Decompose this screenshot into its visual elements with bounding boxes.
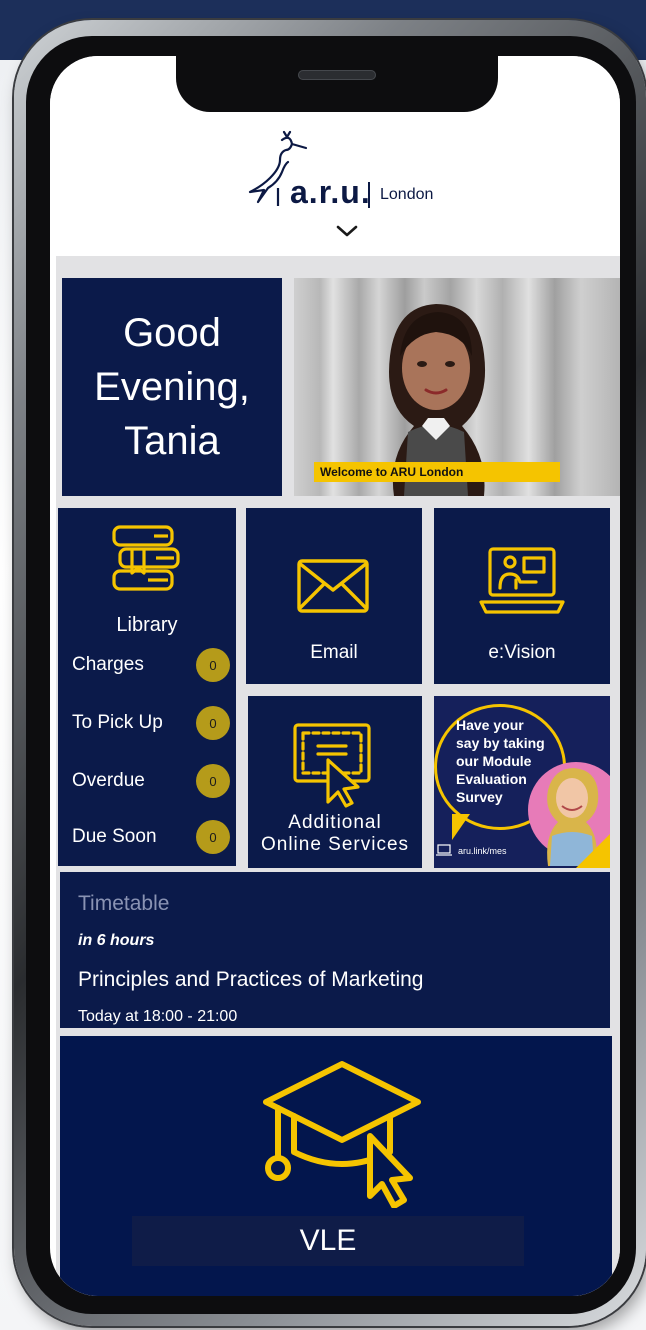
module-evaluation-survey-tile[interactable]: Have your say by taking our Module Evalu…	[434, 696, 610, 868]
survey-link: aru.link/mes	[458, 846, 507, 856]
library-tile[interactable]: Library Charges 0 To Pick Up 0 Overdue 0…	[58, 508, 236, 866]
logo-subtitle: London	[380, 186, 434, 203]
survey-line-1: Have your	[456, 717, 524, 733]
greeting-line-2: Evening,	[94, 365, 250, 409]
email-label: Email	[310, 642, 358, 663]
envelope-icon	[297, 559, 369, 613]
email-tile[interactable]: Email	[246, 508, 422, 684]
timetable-countdown: in 6 hours	[78, 932, 155, 949]
library-row-charges[interactable]: Charges 0	[72, 648, 230, 684]
additional-online-services-tile[interactable]: Additional Online Services	[248, 696, 422, 868]
logo-divider	[368, 182, 370, 208]
library-count-badge: 0	[196, 648, 230, 682]
greeting-text: Good Evening, Tania	[94, 306, 250, 468]
library-row-to-pick-up[interactable]: To Pick Up 0	[72, 706, 230, 742]
laptop-user-icon	[479, 547, 565, 614]
vle-tile[interactable]: VLE	[60, 1036, 612, 1296]
survey-line-4: Evaluation	[456, 771, 527, 787]
logo-text: a.r.u.	[290, 174, 371, 210]
library-row-label: To Pick Up	[72, 712, 163, 733]
timetable-class-title: Principles and Practices of Marketing	[78, 968, 424, 991]
library-row-label: Charges	[72, 654, 144, 675]
timetable-heading: Timetable	[78, 892, 170, 915]
survey-line-3: our Module	[456, 753, 532, 769]
laptop-icon	[436, 844, 452, 856]
aru-london-logo: a.r.u. London	[248, 130, 448, 210]
survey-line-5: Survey	[456, 789, 503, 805]
greeting-line-1: Good	[123, 311, 221, 355]
library-title: Library	[116, 614, 178, 636]
welcome-banner[interactable]: Welcome to ARU London	[294, 278, 620, 496]
graduation-cap-cursor-icon	[263, 1061, 421, 1208]
vle-label: VLE	[132, 1216, 524, 1266]
library-count-badge: 0	[196, 706, 230, 740]
speech-bubble-tail	[452, 814, 470, 840]
banner-caption: Welcome to ARU London	[314, 462, 560, 482]
survey-line-2: say by taking	[456, 735, 545, 751]
additional-label-line-1: Additional	[288, 812, 382, 833]
library-count-badge: 0	[196, 764, 230, 798]
survey-text: Have your say by taking our Module Evalu…	[456, 716, 566, 806]
library-count-badge: 0	[196, 820, 230, 854]
app-screen: a.r.u. London Good Evening, Tania Welcom…	[50, 56, 620, 1296]
library-row-label: Overdue	[72, 770, 145, 791]
timetable-class-time: Today at 18:00 - 21:00	[78, 1008, 238, 1025]
greeting-line-3: Tania	[124, 419, 220, 463]
greeting-tile: Good Evening, Tania	[62, 278, 282, 496]
evision-tile[interactable]: e:Vision	[434, 508, 610, 684]
additional-label: Additional Online Services	[248, 812, 422, 856]
library-row-overdue[interactable]: Overdue 0	[72, 764, 230, 800]
library-row-due-soon[interactable]: Due Soon 0	[72, 820, 230, 856]
yellow-corner	[576, 834, 610, 868]
books-icon	[112, 525, 180, 591]
certificate-cursor-icon	[293, 723, 371, 808]
phone-notch	[176, 48, 498, 112]
evision-label: e:Vision	[488, 642, 556, 663]
additional-label-line-2: Online Services	[260, 834, 410, 855]
library-row-label: Due Soon	[72, 826, 157, 847]
phone-speaker	[298, 70, 376, 80]
chevron-down-icon[interactable]	[336, 224, 358, 238]
timetable-card[interactable]: Timetable in 6 hours Principles and Prac…	[60, 872, 610, 1028]
